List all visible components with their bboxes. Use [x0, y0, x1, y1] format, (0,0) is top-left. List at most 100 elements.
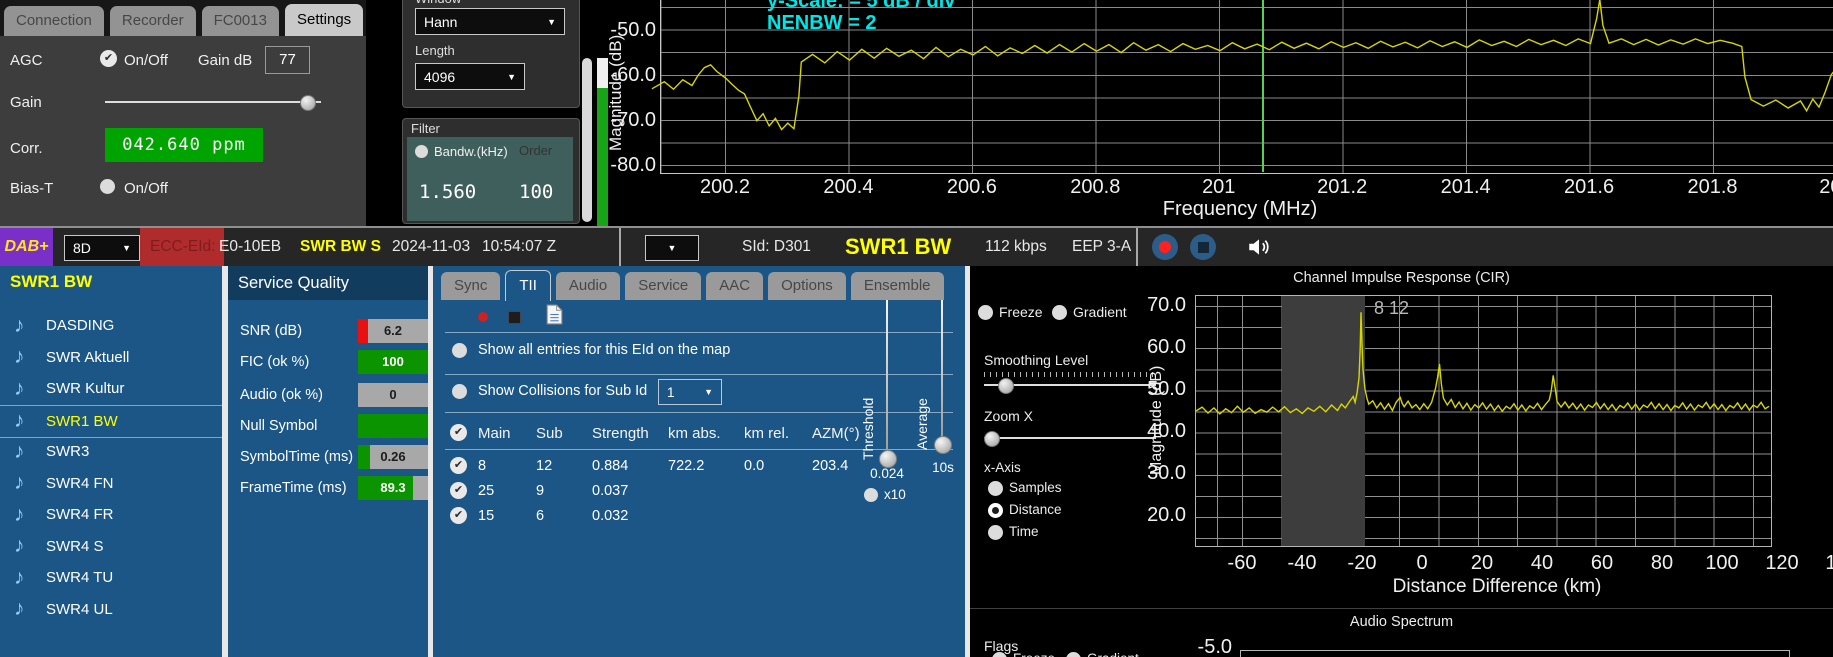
- cell-main: 25: [478, 483, 494, 499]
- tab-recorder[interactable]: Recorder: [110, 6, 196, 36]
- bandw-radio[interactable]: [415, 145, 428, 158]
- service-list-item[interactable]: ♪ DASDING: [0, 310, 222, 341]
- agc-onoff-checkbox[interactable]: ✔: [100, 50, 117, 67]
- cell-main: 15: [478, 508, 494, 524]
- flags-gradient-radio[interactable]: [1066, 652, 1081, 657]
- cir-ytick: 50.0: [1128, 378, 1186, 400]
- time-value: 10:54:07 Z: [482, 228, 556, 266]
- cir-plot[interactable]: 8 12: [1195, 295, 1772, 547]
- null-symbol-label: Null Symbol: [240, 418, 317, 434]
- bias-t-radio[interactable]: [100, 179, 115, 194]
- symboltime-value: 0.26: [358, 445, 428, 469]
- service-list-item[interactable]: ♪ SWR4 FR: [0, 499, 222, 530]
- xaxis-distance-radio[interactable]: [988, 503, 1003, 518]
- cir-freeze-radio[interactable]: [978, 305, 993, 320]
- cell-km-abs: 722.2: [668, 458, 704, 474]
- settings-panel: Connection Recorder FC0013 Settings AGC …: [0, 0, 366, 226]
- service-list-item[interactable]: ♪ SWR Kultur: [0, 373, 222, 404]
- tab-service[interactable]: Service: [625, 272, 701, 300]
- tab-audio[interactable]: Audio: [556, 272, 620, 300]
- service-list-item[interactable]: ♪ SWR4 TU: [0, 562, 222, 593]
- tab-tii[interactable]: TII: [505, 270, 551, 301]
- row-check-icon[interactable]: ✔: [450, 507, 467, 524]
- service-list-item[interactable]: ♪ SWR4 UL: [0, 594, 222, 625]
- table-check-all-icon[interactable]: ✔: [450, 424, 467, 441]
- chevron-down-icon: ▼: [122, 243, 131, 253]
- xaxis-samples-radio[interactable]: [988, 481, 1003, 496]
- service-name: SWR Aktuell: [46, 349, 129, 366]
- cir-x-ticks: -60-40-20020406080100120140160180200: [1212, 552, 1782, 575]
- channel-select[interactable]: 8D ▼: [64, 235, 140, 261]
- section-divider: [970, 608, 1833, 609]
- threshold-value: 0.024: [858, 466, 916, 481]
- zoomx-slider-handle[interactable]: [984, 431, 1000, 447]
- dab-badge-label: DAB+: [4, 238, 48, 256]
- average-slider-handle[interactable]: [934, 436, 952, 454]
- sub-id-select[interactable]: 1 ▼: [658, 379, 722, 405]
- filter-groupbox: Filter Bandw.(kHz) Order 1.560 100: [402, 118, 580, 224]
- average-value: 10s: [926, 460, 960, 475]
- audio-spectrum-plot[interactable]: [1240, 650, 1790, 657]
- service-list-item[interactable]: ♪ SWR3: [0, 436, 222, 467]
- gain-db-input[interactable]: 77: [265, 46, 310, 74]
- music-note-icon: ♪: [14, 471, 40, 495]
- gain-slider-track[interactable]: [105, 101, 321, 103]
- service-dropdown-button[interactable]: ▼: [645, 235, 699, 261]
- cir-gradient-radio[interactable]: [1052, 305, 1067, 320]
- service-list-item[interactable]: ♪ SWR Aktuell: [0, 342, 222, 373]
- tab-aac[interactable]: AAC: [706, 272, 763, 300]
- tii-col-azm: AZM(°): [812, 425, 860, 442]
- tab-ensemble[interactable]: Ensemble: [851, 272, 944, 300]
- row-check-icon[interactable]: ✔: [450, 482, 467, 499]
- record-button[interactable]: [1152, 234, 1178, 260]
- stop-tii-icon[interactable]: [508, 311, 521, 324]
- document-icon[interactable]: [546, 304, 563, 325]
- show-collisions-radio[interactable]: [452, 384, 467, 399]
- length-label: Length: [415, 43, 455, 58]
- record-tii-icon[interactable]: [478, 312, 488, 322]
- tab-settings[interactable]: Settings: [285, 4, 363, 36]
- service-list-item[interactable]: ♪ SWR4 FN: [0, 468, 222, 499]
- panel-divider[interactable]: [965, 266, 970, 657]
- music-note-icon: ♪: [14, 503, 40, 527]
- spectrum-x-axis-label: Frequency (MHz): [1040, 198, 1440, 221]
- service-list-item[interactable]: ♪ SWR1 BW: [0, 405, 222, 438]
- spectrum-ytick: -60.0: [600, 64, 656, 86]
- spectrum-plot[interactable]: y-Scale: = 5 dB / div NENBW = 2: [660, 0, 1833, 174]
- xaxis-time-radio[interactable]: [988, 525, 1003, 540]
- average-slider-label: Average: [914, 300, 930, 450]
- stop-button[interactable]: [1190, 234, 1216, 260]
- scrollbar-thumb[interactable]: [582, 58, 592, 222]
- sid-value: SId: D301: [742, 228, 811, 266]
- row-check-icon[interactable]: ✔: [450, 457, 467, 474]
- speaker-icon[interactable]: [1246, 234, 1272, 260]
- table-row[interactable]: ✔ 15 6 0.032: [433, 506, 965, 531]
- chevron-down-icon: ▼: [507, 72, 516, 82]
- gain-slider-handle[interactable]: [300, 95, 316, 111]
- tab-options[interactable]: Options: [768, 272, 846, 300]
- show-all-radio[interactable]: [452, 343, 467, 358]
- smoothing-label: Smoothing Level: [984, 352, 1088, 368]
- audio-spectrum-title: Audio Spectrum: [970, 614, 1833, 630]
- service-list-item[interactable]: ♪ SWR4 S: [0, 531, 222, 562]
- length-select[interactable]: 4096 ▼: [415, 63, 525, 90]
- tab-sync[interactable]: Sync: [441, 272, 500, 300]
- symboltime-label: SymbolTime (ms): [240, 449, 353, 465]
- tab-fc0013[interactable]: FC0013: [202, 6, 279, 36]
- service-name: SWR4 TU: [46, 569, 113, 586]
- window-select[interactable]: Hann ▼: [415, 8, 565, 35]
- spectrum-trace: [661, 0, 1833, 173]
- threshold-slider-track[interactable]: [886, 300, 888, 458]
- cir-ytick: 60.0: [1128, 336, 1186, 358]
- sub-id-value: 1: [667, 385, 675, 400]
- corr-value: 042.640 ppm: [105, 128, 263, 162]
- length-select-value: 4096: [424, 69, 455, 85]
- x10-radio[interactable]: [864, 488, 878, 502]
- average-slider-track[interactable]: [941, 300, 943, 442]
- smoothing-slider-handle[interactable]: [998, 378, 1014, 394]
- bitrate-value: 112 kbps: [985, 228, 1047, 266]
- xaxis-distance-label: Distance: [1009, 502, 1062, 517]
- flags-gradient-label: Gradient: [1087, 651, 1139, 657]
- tab-connection[interactable]: Connection: [4, 6, 104, 36]
- service-name: SWR Kultur: [46, 380, 124, 397]
